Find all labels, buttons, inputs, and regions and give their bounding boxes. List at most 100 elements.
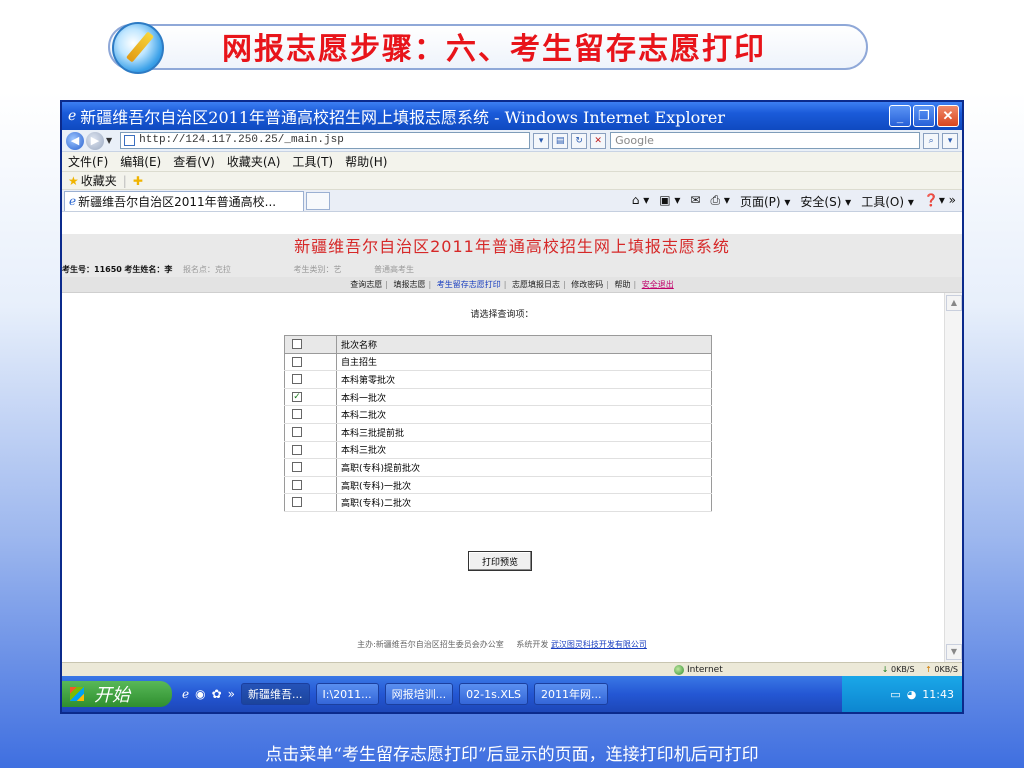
tray-app-icon[interactable]: ◕ (907, 688, 917, 701)
batch-checkbox[interactable] (292, 427, 302, 438)
browser-tab[interactable]: ℯ 新疆维吾尔自治区2011年普通高校... (64, 190, 304, 211)
nav-help[interactable]: 帮助 (615, 280, 631, 289)
table-row: 本科第零批次 (284, 370, 712, 389)
tools-menu[interactable]: 工具(O) ▾ (861, 193, 914, 210)
batch-checkbox[interactable] (292, 497, 302, 508)
home-icon[interactable]: ⌂ ▾ (632, 193, 649, 210)
add-favorite-icon[interactable]: ✚ (133, 174, 143, 188)
tray-network-icon[interactable]: ▭ (890, 688, 900, 701)
favorites-button[interactable]: 收藏夹 (81, 172, 117, 189)
batch-checkbox[interactable]: ✓ (292, 391, 302, 402)
menu-tools[interactable]: 工具(T) (292, 153, 333, 170)
system-title: 新疆维吾尔自治区2011年普通高校招生网上填报志愿系统 (62, 234, 962, 264)
upload-arrow-icon: ↑ (925, 665, 932, 674)
menu-edit[interactable]: 编辑(E) (120, 153, 161, 170)
close-button[interactable]: ✕ (937, 105, 959, 127)
system-tray: ▭ ◕ 11:43 (842, 676, 962, 712)
table-row: 高职(专科)提前批次 (284, 458, 712, 477)
page-menu[interactable]: 页面(P) ▾ (740, 193, 790, 210)
batch-checkbox[interactable] (292, 356, 302, 367)
table-row: 本科三批次 (284, 441, 712, 460)
menu-file[interactable]: 文件(F) (68, 153, 108, 170)
scroll-up-icon[interactable]: ▲ (946, 295, 962, 311)
task-folder[interactable]: I:\2011... (315, 683, 379, 705)
nav-logout[interactable]: 安全退出 (642, 280, 674, 289)
task-ppt[interactable]: 网报培训... (384, 683, 454, 705)
more-quicklaunch-icon[interactable]: » (228, 687, 235, 701)
security-zone[interactable]: Internet (674, 664, 723, 675)
batch-checkbox[interactable] (292, 444, 302, 455)
batch-checkbox[interactable] (292, 409, 302, 420)
menu-help[interactable]: 帮助(H) (345, 153, 387, 170)
column-header: 批次名称 (336, 335, 712, 354)
site-nav: 查询志愿 | 填报志愿 | 考生留存志愿打印 | 志愿填报日志 | 修改密码 | 帮助 | … (62, 277, 962, 293)
help-menu-icon[interactable]: ❓▾ » (924, 193, 956, 210)
batch-name: 高职(专科)一批次 (336, 476, 712, 495)
safety-menu[interactable]: 安全(S) ▾ (800, 193, 851, 210)
address-bar: ◀ ▶ ▼ http://124.117.250.25/_main.jsp ▾ … (62, 130, 962, 152)
start-button[interactable]: 开始 (62, 681, 172, 707)
slide-title: 网报志愿步骤：六、考生留存志愿打印 (222, 32, 766, 67)
batch-checkbox[interactable] (292, 462, 302, 473)
window-title: 新疆维吾尔自治区2011年普通高校招生网上填报志愿系统 - Windows In… (80, 108, 725, 127)
feeds-icon[interactable]: ▣ ▾ (659, 193, 680, 210)
footer-dev-link[interactable]: 武汉图灵科技开发有限公司 (551, 640, 647, 649)
table-row: 本科三批提前批 (284, 423, 712, 442)
search-button[interactable]: ⌕ (923, 132, 940, 149)
table-row: ✓ 本科一批次 (284, 388, 712, 407)
forward-button[interactable]: ▶ (86, 131, 104, 150)
scroll-down-icon[interactable]: ▼ (946, 644, 962, 660)
tab-page-icon: ℯ (69, 194, 77, 208)
batch-checkbox[interactable] (292, 479, 302, 490)
stop-button[interactable]: ✕ (590, 132, 607, 149)
task-xls[interactable]: 02-1s.XLS (459, 683, 528, 705)
task-ie[interactable]: 新疆维吾... (241, 683, 310, 705)
app-quicklaunch-icon[interactable]: ✿ (212, 687, 222, 701)
command-bar: ⌂ ▾ ▣ ▾ ✉ ⎙ ▾ 页面(P) ▾ 安全(S) ▾ 工具(O) ▾ ❓▾… (632, 193, 956, 210)
menu-favorites[interactable]: 收藏夹(A) (227, 153, 281, 170)
new-tab-button[interactable] (306, 191, 330, 210)
compatibility-view-button[interactable]: ▤ (552, 132, 569, 149)
pencil-badge-icon (112, 22, 164, 74)
mail-icon[interactable]: ✉ (690, 193, 700, 210)
batch-name: 本科第零批次 (336, 370, 712, 389)
favorites-bar: ★ 收藏夹 | ✚ (62, 172, 962, 190)
address-dropdown-button[interactable]: ▾ (533, 132, 550, 149)
globe-icon (674, 664, 684, 675)
back-button[interactable]: ◀ (66, 131, 84, 150)
refresh-button[interactable]: ↻ (571, 132, 588, 149)
history-dropdown-icon[interactable]: ▼ (106, 136, 112, 145)
nav-query[interactable]: 查询志愿 (350, 280, 382, 289)
slide-caption: 点击菜单“考生留存志愿打印”后显示的页面，连接打印机后可打印 (265, 745, 759, 765)
batch-checkbox[interactable] (292, 374, 302, 385)
search-input[interactable]: Google (610, 132, 921, 149)
batch-name: 高职(专科)二批次 (336, 493, 712, 512)
nav-password[interactable]: 修改密码 (571, 280, 603, 289)
minimize-button[interactable]: _ (889, 105, 911, 127)
task-doc[interactable]: 2011年网... (533, 683, 609, 705)
status-bar: Internet ↓ 0KB/S ↑ 0KB/S (62, 662, 962, 676)
print-preview-button[interactable]: 打印预览 (468, 551, 532, 571)
maximize-button[interactable]: ❐ (913, 105, 935, 127)
batch-name: 本科三批提前批 (336, 423, 712, 442)
menu-view[interactable]: 查看(V) (173, 153, 215, 170)
address-input[interactable]: http://124.117.250.25/_main.jsp (120, 132, 531, 149)
print-icon[interactable]: ⎙ ▾ (710, 193, 729, 210)
favorites-star-icon[interactable]: ★ (68, 174, 79, 188)
query-prompt: 请选择查询项： (470, 310, 534, 320)
page-body: 请选择查询项： 批次名称 自主招生 本科第零批次 ✓ 本科一批次 本科二批次 本科三批提前… (62, 293, 962, 662)
footer-host: 主办:新疆维吾尔自治区招生委员会办公室 (357, 640, 504, 649)
download-arrow-icon: ↓ (881, 665, 889, 674)
search-options-button[interactable]: ▾ (942, 132, 959, 149)
vertical-scrollbar[interactable]: ▲ ▼ (944, 293, 962, 662)
table-row: 自主招生 (284, 353, 712, 372)
clock[interactable]: 11:43 (922, 688, 954, 701)
media-quicklaunch-icon[interactable]: ◉ (195, 687, 205, 701)
nav-fill[interactable]: 填报志愿 (394, 280, 426, 289)
nav-log[interactable]: 志愿填报日志 (512, 280, 560, 289)
ie-quicklaunch-icon[interactable]: ℯ (182, 687, 189, 701)
google-search-label: Google (615, 134, 654, 147)
table-row: 高职(专科)二批次 (284, 493, 712, 512)
select-all-checkbox[interactable] (292, 339, 302, 350)
nav-print[interactable]: 考生留存志愿打印 (437, 280, 501, 289)
